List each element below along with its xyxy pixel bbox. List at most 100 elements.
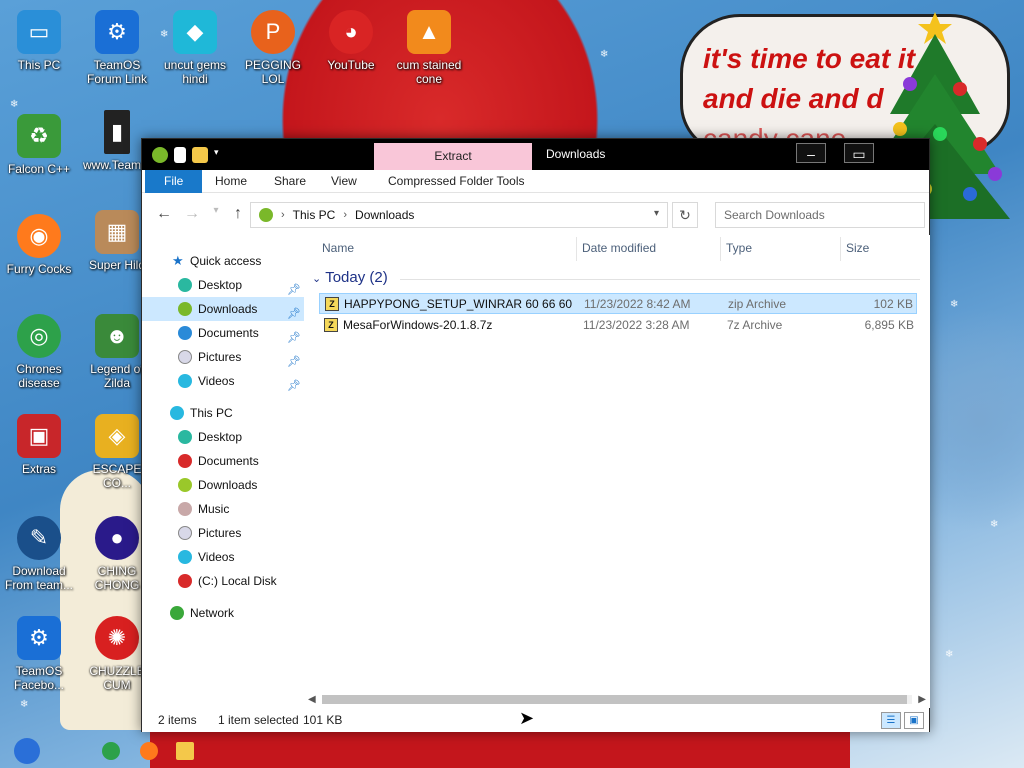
nav-quick-access[interactable]: ★ Quick access	[142, 249, 304, 273]
details-view-icon[interactable]: ☰	[881, 712, 901, 729]
desktop-icon-this-pc[interactable]: ▭ This PC	[0, 10, 78, 72]
forward-button[interactable]: →	[182, 205, 202, 223]
tab-extract[interactable]: Extract	[374, 143, 532, 170]
tab-file[interactable]: File	[145, 170, 203, 193]
scroll-left-icon[interactable]: ◀	[308, 691, 316, 708]
scroll-right-icon[interactable]: ▶	[918, 691, 926, 708]
back-button[interactable]: ←	[154, 205, 174, 223]
column-divider[interactable]	[576, 237, 577, 261]
puzzle-box-icon: ◈	[95, 414, 139, 458]
firefox-icon[interactable]	[140, 742, 158, 760]
nav-pc-pictures[interactable]: Pictures	[142, 521, 304, 545]
maximize-button[interactable]: ▭	[844, 143, 874, 163]
tab-compressed-folder-tools[interactable]: Compressed Folder Tools	[375, 170, 538, 193]
gear-icon: ⚙	[95, 10, 139, 54]
group-divider	[400, 279, 920, 280]
column-date-modified[interactable]: Date modified	[582, 241, 656, 255]
tab-home[interactable]: Home	[202, 170, 260, 193]
nav-pc-local-disk[interactable]: (C:) Local Disk	[142, 569, 304, 593]
desktop-icon-furry[interactable]: ◉ Furry Cocks	[0, 214, 78, 276]
minimize-button[interactable]: ‒	[796, 143, 826, 163]
chrome-icon: ◎	[17, 314, 61, 358]
angry-bird-icon: ◕	[329, 10, 373, 54]
nav-qa-documents[interactable]: Documents 📌︎	[142, 321, 304, 345]
column-size[interactable]: Size	[846, 241, 869, 255]
recent-locations-chevron-icon[interactable]: ▾	[206, 205, 226, 216]
table-row[interactable]: Z MesaForWindows-20.1.8.7z 11/23/2022 3:…	[319, 315, 917, 336]
tab-view[interactable]: View	[318, 170, 370, 193]
scroll-thumb[interactable]	[322, 695, 907, 704]
nav-qa-videos[interactable]: Videos 📌︎	[142, 369, 304, 393]
desktop-icon-youtube[interactable]: ◕ YouTube	[312, 10, 390, 72]
new-folder-icon[interactable]	[192, 147, 208, 163]
address-bar[interactable]: › This PC › Downloads ▾	[250, 202, 668, 228]
nav-network[interactable]: Network	[142, 601, 304, 625]
desktop-icon-chrome[interactable]: ◎ Chrones disease	[0, 314, 78, 390]
breadcrumb-separator-icon: ›	[281, 209, 285, 221]
nav-label: Desktop	[198, 278, 243, 292]
star-icon: ★	[172, 253, 184, 268]
desktop-icon	[178, 430, 192, 444]
orb-icon: ●	[95, 516, 139, 560]
file-explorer-window[interactable]: ▾ Extract Downloads ‒ ▭ File Home Share …	[141, 138, 930, 732]
chevron-down-icon[interactable]: ▾	[654, 208, 659, 219]
nav-label: Downloads	[198, 478, 258, 492]
pin-icon[interactable]: 📌︎	[287, 374, 301, 398]
network-icon	[170, 606, 184, 620]
column-divider[interactable]	[840, 237, 841, 261]
desktop-icon-extras[interactable]: ▣ Extras	[0, 414, 78, 476]
column-name[interactable]: Name	[322, 241, 354, 255]
nav-label: Network	[190, 606, 235, 620]
table-row[interactable]: Z HAPPYPONG_SETUP_WINRAR 60 66 60 0... 1…	[319, 293, 917, 314]
desktop-icon-download[interactable]: ✎ Download From team...	[0, 516, 78, 592]
desktop-icon-pegging[interactable]: P PEGGING LOL	[234, 10, 312, 86]
title-bar[interactable]: ▾ Extract Downloads ‒ ▭	[142, 139, 929, 170]
desktop-icon-uncut-gems[interactable]: ◆ uncut gems hindi	[156, 10, 234, 86]
snowflake: ❄	[600, 49, 609, 60]
nav-qa-pictures[interactable]: Pictures 📌︎	[142, 345, 304, 369]
nav-qa-desktop[interactable]: Desktop 📌︎	[142, 273, 304, 297]
window-title: Downloads	[546, 147, 606, 161]
taskbar	[0, 734, 1024, 768]
nav-pc-music[interactable]: Music	[142, 497, 304, 521]
traffic-cone-icon: ▲	[407, 10, 451, 54]
desktop-icon-falcon[interactable]: ♻ Falcon C++	[0, 114, 78, 176]
large-icons-view-icon[interactable]: ▣	[904, 712, 924, 729]
nav-label: Quick access	[190, 254, 262, 268]
breadcrumb-downloads[interactable]: Downloads	[355, 208, 414, 222]
horizontal-scrollbar[interactable]: ◀ ▶	[304, 691, 930, 708]
desktop-icon-label: cum stained cone	[396, 58, 462, 86]
gem-icon: ◆	[173, 10, 217, 54]
column-divider[interactable]	[720, 237, 721, 261]
chrome-icon[interactable]	[102, 742, 120, 760]
downloads-icon	[178, 302, 192, 316]
tab-share[interactable]: Share	[261, 170, 319, 193]
file-explorer-icon[interactable]	[176, 742, 194, 760]
properties-icon[interactable]	[174, 147, 186, 163]
column-type[interactable]: Type	[726, 241, 752, 255]
recycle-icon: ♻	[17, 114, 61, 158]
refresh-button[interactable]: ↻	[672, 202, 698, 228]
nav-pc-documents[interactable]: Documents	[142, 449, 304, 473]
nav-pc-videos[interactable]: Videos	[142, 545, 304, 569]
chevron-down-icon[interactable]: ▾	[214, 147, 224, 163]
nav-this-pc[interactable]: This PC	[142, 401, 304, 425]
start-button-icon[interactable]	[14, 738, 40, 764]
desktop-icon-cone[interactable]: ▲ cum stained cone	[390, 10, 468, 86]
nav-pc-downloads[interactable]: Downloads	[142, 473, 304, 497]
desktop-icon-teamos-fb[interactable]: ⚙ TeamOS Facebo...	[0, 616, 78, 692]
this-pc-icon	[259, 208, 273, 222]
file-list[interactable]: Name Date modified Type Size ⌄ Today (2) …	[304, 235, 930, 705]
search-input[interactable]: Search Downloads	[715, 202, 925, 228]
file-date: 11/23/2022 8:42 AM	[584, 297, 691, 311]
zip-archive-icon: Z	[325, 297, 339, 311]
group-header[interactable]: ⌄ Today (2)	[312, 269, 388, 286]
nav-pc-desktop[interactable]: Desktop	[142, 425, 304, 449]
breadcrumb-this-pc[interactable]: This PC	[293, 208, 336, 222]
nav-qa-downloads[interactable]: Downloads 📌︎	[142, 297, 304, 321]
up-button[interactable]: ↑	[228, 205, 248, 223]
quick-access-toolbar: ▾	[152, 147, 224, 163]
file-name: HAPPYPONG_SETUP_WINRAR 60 66 60 0...	[344, 297, 572, 311]
desktop-icon-teamos-forum[interactable]: ⚙ TeamOS Forum Link	[78, 10, 156, 86]
desktop-icon-label: Falcon C++	[7, 162, 71, 176]
